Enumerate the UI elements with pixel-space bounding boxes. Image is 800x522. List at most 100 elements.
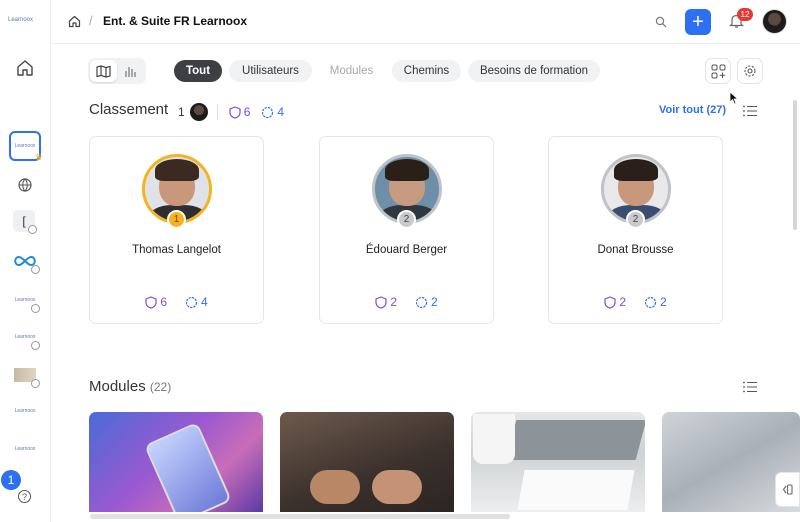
shield-icon — [604, 295, 616, 309]
badge-seal-icon — [644, 296, 657, 308]
module-thumbnail — [505, 420, 645, 460]
plus-icon: + — [692, 11, 704, 33]
points-count: 2 — [431, 295, 438, 309]
clock-icon — [31, 265, 40, 274]
badges-count: 2 — [619, 295, 626, 309]
globe-settings-icon[interactable] — [12, 174, 38, 196]
sidebar-item-learnoox-3[interactable]: Learnoox — [12, 400, 38, 422]
user-rank: 1 — [178, 105, 185, 119]
ranking-title: Classement — [89, 101, 169, 118]
sidebar-item-learnoox-4[interactable]: Learnoox — [12, 438, 38, 460]
module-thumbnail — [517, 470, 635, 510]
breadcrumb-separator: / — [89, 13, 93, 28]
notification-count-badge[interactable]: 1 — [1, 470, 21, 490]
module-thumbnail — [144, 421, 232, 512]
vertical-scrollbar[interactable] — [793, 100, 797, 230]
badge-seal-icon — [415, 296, 428, 308]
badges-stat: 2 — [604, 295, 626, 309]
ranking-card[interactable]: 1 Thomas Langelot 6 4 — [89, 136, 264, 324]
user-name: Donat Brousse — [597, 244, 674, 256]
sidebar-item-learnoox-1[interactable]: Learnoox — [12, 289, 40, 313]
grid-plus-icon — [711, 64, 725, 78]
sidebar-item-label: Learnoox — [14, 334, 36, 340]
modules-title-text: Modules — [89, 378, 146, 395]
module-card[interactable] — [89, 412, 263, 512]
sidebar-item-infinity[interactable] — [12, 250, 40, 274]
user-name: Thomas Langelot — [132, 244, 221, 256]
rank-badge: 2 — [626, 210, 645, 229]
points-count: 2 — [660, 295, 667, 309]
card-stats: 2 2 — [549, 295, 722, 309]
chart-view-icon[interactable] — [117, 60, 144, 82]
settings-button[interactable] — [737, 58, 763, 84]
list-view-icon[interactable] — [743, 380, 757, 393]
tab-tout[interactable]: Tout — [174, 60, 222, 82]
lock-icon — [31, 379, 40, 388]
shield-icon — [229, 105, 241, 119]
card-stats: 6 4 — [90, 295, 263, 309]
clock-icon — [31, 341, 40, 350]
panel-left-icon — [782, 484, 793, 495]
ranking-card[interactable]: 2 Édouard Berger 2 2 — [319, 136, 494, 324]
tab-modules[interactable]: Modules — [320, 60, 383, 82]
clock-icon — [31, 304, 40, 313]
panel-collapse-button[interactable] — [775, 472, 800, 507]
horizontal-scrollbar[interactable] — [90, 514, 510, 519]
module-card[interactable] — [280, 412, 454, 512]
shield-icon — [145, 295, 157, 309]
points-count: 4 — [201, 295, 208, 309]
workspace-label: Learnoox — [14, 143, 36, 149]
badges-stat: 6 — [229, 105, 251, 119]
gear-icon — [744, 65, 756, 77]
tab-chemins[interactable]: Chemins — [392, 60, 461, 82]
sidebar-item-marketing[interactable] — [12, 364, 40, 388]
mouse-cursor-icon — [729, 91, 739, 110]
modules-title: Modules (22) — [89, 378, 171, 395]
sidebar-item-label: Learnoox — [14, 408, 36, 414]
badges-count: 6 — [243, 105, 251, 119]
page-title: Ent. & Suite FR Learnoox — [103, 14, 248, 28]
clock-icon — [28, 225, 37, 234]
ranking-summary: 1 6 4 — [178, 103, 284, 121]
sidebar-item-label: Learnoox — [14, 297, 36, 303]
badges-stat: 2 — [375, 295, 397, 309]
help-icon[interactable]: ? — [18, 490, 31, 503]
create-button[interactable]: + — [685, 9, 711, 35]
breadcrumb-home-icon[interactable] — [68, 15, 81, 33]
app-logo[interactable]: Learnoox — [8, 17, 33, 23]
shield-icon — [375, 295, 387, 309]
see-all-link[interactable]: Voir tout (27) — [659, 104, 726, 116]
points-count: 4 — [277, 105, 285, 119]
sidebar-item-label: Learnoox — [14, 446, 36, 452]
rank-badge: 1 — [167, 210, 186, 229]
sidebar-item-bracket[interactable]: [ — [13, 210, 37, 234]
map-view-icon[interactable] — [90, 60, 117, 82]
notification-badge: 12 — [737, 8, 753, 21]
badges-count: 2 — [390, 295, 397, 309]
workspace-tile-learnoox[interactable]: Learnoox ♛ — [9, 131, 43, 162]
card-stats: 2 2 — [320, 295, 493, 309]
search-icon[interactable] — [655, 15, 667, 33]
divider — [216, 105, 218, 119]
module-thumbnail — [473, 414, 515, 464]
view-toggle — [88, 58, 146, 84]
home-icon[interactable] — [16, 59, 34, 77]
left-rail: Learnoox Learnoox ♛ [ Learnoox Learnoox … — [0, 0, 51, 522]
points-stat: 2 — [644, 295, 667, 309]
badges-count: 6 — [160, 295, 167, 309]
points-stat: 4 — [261, 105, 284, 119]
module-card[interactable] — [471, 412, 645, 512]
ranking-avatar — [189, 103, 208, 121]
tab-besoins-de-formation[interactable]: Besoins de formation — [468, 60, 600, 82]
module-thumbnail — [310, 470, 360, 504]
tab-utilisateurs[interactable]: Utilisateurs — [229, 60, 312, 82]
crown-icon: ♛ — [34, 152, 43, 162]
user-avatar[interactable] — [762, 9, 787, 34]
ranking-card[interactable]: 2 Donat Brousse 2 2 — [548, 136, 723, 324]
add-widget-button[interactable] — [705, 58, 731, 84]
points-stat: 4 — [185, 295, 208, 309]
badge-seal-icon — [262, 106, 274, 118]
sidebar-item-learnoox-2[interactable]: Learnoox — [12, 326, 40, 350]
list-view-icon[interactable] — [743, 104, 757, 117]
user-name: Édouard Berger — [365, 244, 448, 256]
